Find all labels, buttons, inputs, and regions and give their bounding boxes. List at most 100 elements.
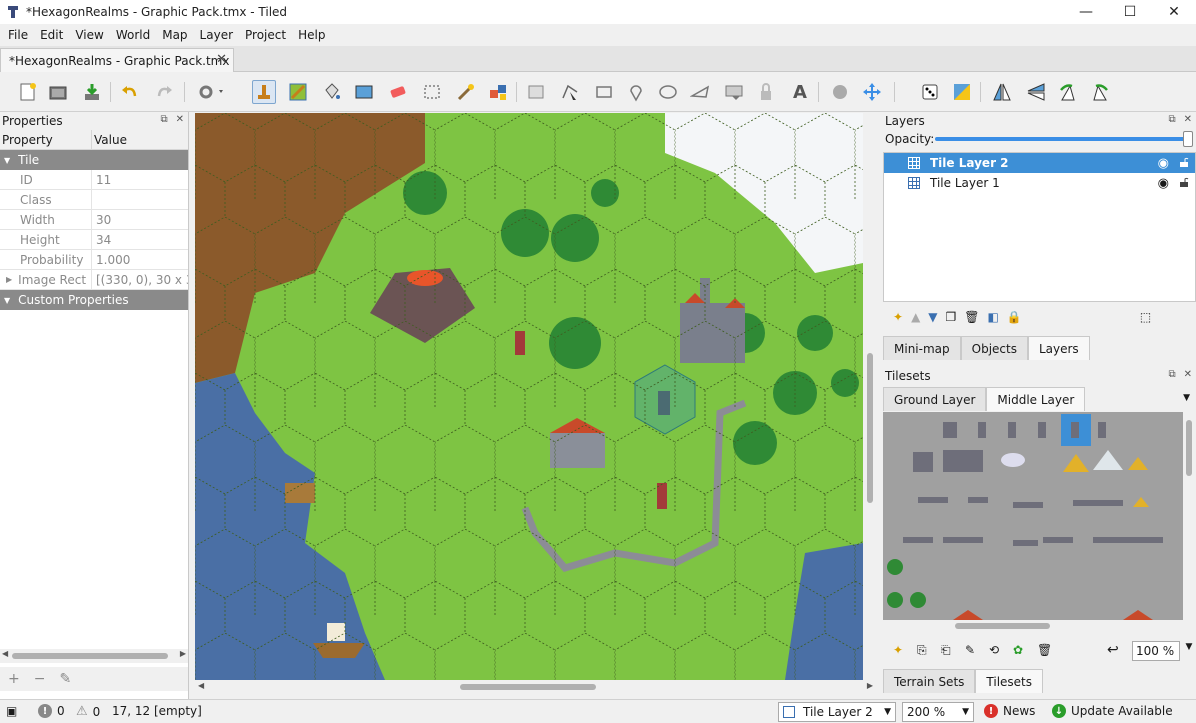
document-tab[interactable]: *HexagonRealms - Graphic Pack.tmx ✕	[0, 48, 234, 72]
map-zoom-combo[interactable]: 200 % ▼	[902, 702, 974, 722]
close-panel-icon[interactable]: ✕	[1184, 114, 1192, 125]
property-row[interactable]: Class	[0, 190, 188, 210]
map-vertical-scrollbar[interactable]	[863, 113, 876, 680]
menu-edit[interactable]: Edit	[34, 28, 69, 42]
float-panel-icon[interactable]: ⧉	[160, 114, 167, 125]
menu-file[interactable]: File	[2, 28, 34, 42]
remove-property-icon[interactable]: −	[34, 671, 46, 687]
scroll-right-icon[interactable]: ▶	[180, 649, 186, 658]
tab-tilesets[interactable]: Tilesets	[975, 669, 1044, 693]
property-key[interactable]: ▶ Image Rect	[0, 270, 92, 289]
float-panel-icon[interactable]: ⧉	[1168, 114, 1175, 125]
lock-layer-icon[interactable]: 🔒	[1007, 310, 1022, 324]
menu-view[interactable]: View	[69, 28, 109, 42]
visibility-eye-icon[interactable]: ◉	[1158, 176, 1169, 191]
show-hide-others-icon[interactable]: ◧	[988, 310, 999, 324]
insert-rectangle-icon[interactable]	[592, 80, 616, 104]
settings-gear-icon[interactable]	[194, 80, 230, 104]
select-same-tile-icon[interactable]	[486, 80, 510, 104]
dynamic-wrap-icon[interactable]: ✿	[1013, 643, 1023, 657]
insert-template-icon[interactable]	[754, 80, 778, 104]
rotate-left-icon[interactable]	[1056, 80, 1080, 104]
terrain-brush-icon[interactable]	[286, 80, 310, 104]
flip-vertical-icon[interactable]	[1024, 80, 1048, 104]
scrollbar-thumb[interactable]	[1186, 420, 1192, 476]
property-row[interactable]: Probability 1.000	[0, 250, 188, 270]
opacity-slider-handle[interactable]	[1183, 131, 1193, 147]
insert-polygon-icon[interactable]	[688, 80, 712, 104]
redo-icon[interactable]	[152, 80, 176, 104]
wang-fill-icon[interactable]	[950, 80, 974, 104]
value-column-header[interactable]: Value	[92, 130, 127, 149]
raise-layer-icon[interactable]: ▲	[911, 310, 920, 324]
stamp-brush-icon[interactable]	[252, 80, 276, 104]
scrollbar-thumb[interactable]	[12, 653, 168, 659]
lock-open-icon[interactable]	[1179, 177, 1189, 187]
expand-triangle-icon[interactable]: ▶	[6, 275, 12, 284]
scroll-left-icon[interactable]: ◀	[2, 649, 8, 658]
save-icon[interactable]	[80, 80, 104, 104]
insert-tile-icon[interactable]	[722, 80, 746, 104]
scrollbar-thumb[interactable]	[460, 684, 596, 690]
eraser-icon[interactable]	[386, 80, 410, 104]
properties-horizontal-scrollbar[interactable]: ◀ ▶	[0, 649, 188, 663]
property-row[interactable]: ▶Image Rect [(330, 0), 30 x 34]	[0, 270, 188, 290]
rearrange-tiles-icon[interactable]: ⟲	[989, 643, 999, 657]
property-row[interactable]: Height 34	[0, 230, 188, 250]
magic-wand-icon[interactable]	[454, 80, 478, 104]
menu-map[interactable]: Map	[156, 28, 193, 42]
layer-row-tile-layer-1[interactable]: Tile Layer 1 ◉	[884, 173, 1195, 193]
tab-mini-map[interactable]: Mini-map	[883, 336, 961, 360]
move-tool-icon[interactable]	[860, 80, 884, 104]
current-layer-combo[interactable]: Tile Layer 2 ▼	[778, 702, 896, 722]
close-button[interactable]: ✕	[1152, 0, 1196, 24]
lower-layer-icon[interactable]: ▼	[928, 310, 937, 324]
duplicate-layer-icon[interactable]: ❐	[946, 310, 957, 324]
random-mode-icon[interactable]	[918, 80, 942, 104]
add-property-icon[interactable]: +	[8, 671, 20, 687]
highlight-layer-icon[interactable]: ⬚	[1140, 310, 1151, 324]
menu-help[interactable]: Help	[292, 28, 331, 42]
menu-layer[interactable]: Layer	[194, 28, 239, 42]
menu-world[interactable]: World	[110, 28, 156, 42]
flip-horizontal-icon[interactable]	[990, 80, 1014, 104]
map-horizontal-scrollbar[interactable]: ◀ ▶	[195, 680, 876, 694]
return-icon[interactable]: ↩	[1107, 642, 1119, 658]
property-column-header[interactable]: Property	[0, 130, 92, 149]
open-file-icon[interactable]	[46, 80, 70, 104]
rename-property-icon[interactable]: ✎	[59, 671, 71, 687]
rectangle-select-icon[interactable]	[420, 80, 444, 104]
scroll-left-icon[interactable]: ◀	[198, 681, 204, 690]
minimize-button[interactable]: —	[1064, 0, 1108, 24]
tileset-horizontal-scrollbar[interactable]	[883, 620, 1183, 632]
insert-ellipse-icon[interactable]	[656, 80, 680, 104]
edit-tileset-icon[interactable]: ✎	[965, 643, 975, 657]
visibility-eye-icon[interactable]: ◉	[1158, 156, 1169, 171]
tileset-zoom-combo[interactable]: 100 %	[1132, 641, 1180, 661]
close-panel-icon[interactable]: ✕	[1184, 369, 1192, 380]
select-objects-icon[interactable]	[524, 80, 548, 104]
chevron-down-icon[interactable]: ▼	[1182, 642, 1196, 662]
new-map-icon[interactable]	[16, 80, 40, 104]
tile-group[interactable]: ▼ Tile	[0, 150, 188, 170]
insert-point-icon[interactable]	[624, 80, 648, 104]
close-tab-icon[interactable]: ✕	[216, 52, 227, 67]
warning-count[interactable]: ⚠ 0	[76, 704, 100, 719]
tileset-sheet[interactable]	[883, 412, 1183, 620]
property-value[interactable]: 1.000	[92, 250, 188, 269]
property-value[interactable]	[92, 190, 188, 209]
delete-tileset-icon[interactable]: 🗑	[1037, 643, 1052, 657]
error-count[interactable]: ! 0	[38, 704, 65, 718]
map-canvas[interactable]	[195, 113, 863, 680]
custom-properties-group[interactable]: ▼ Custom Properties	[0, 290, 188, 310]
rotate-right-icon[interactable]	[1088, 80, 1112, 104]
tab-terrain-sets[interactable]: Terrain Sets	[883, 669, 976, 693]
lock-open-icon[interactable]	[1179, 157, 1189, 167]
new-layer-icon[interactable]: ✦	[893, 310, 903, 324]
menu-project[interactable]: Project	[239, 28, 292, 42]
property-row[interactable]: Width 30	[0, 210, 188, 230]
console-icon[interactable]: ▣	[6, 704, 17, 718]
property-row[interactable]: ID 11	[0, 170, 188, 190]
maximize-button[interactable]: ☐	[1108, 0, 1152, 24]
hex-map[interactable]	[195, 113, 863, 680]
